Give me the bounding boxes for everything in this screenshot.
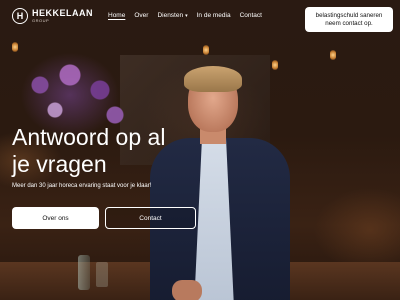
hero-subtitle: Meer dan 30 jaar horeca ervaring staat v…: [12, 183, 152, 189]
lamp: [203, 45, 209, 55]
logo-h-icon: H: [12, 8, 28, 24]
site-header: H HEKKELAAN GROUP Home Over Diensten ▾ In…: [0, 0, 400, 40]
nav-home[interactable]: Home: [108, 12, 125, 19]
nav-diensten[interactable]: Diensten ▾: [157, 12, 187, 19]
flower-bouquet: [20, 55, 130, 135]
cta-line1: belastingschuld saneren: [315, 11, 383, 19]
lamp: [12, 42, 18, 52]
lamp: [272, 60, 278, 70]
cta-line2: neem contact op.: [325, 19, 373, 27]
vase: [78, 255, 90, 290]
nav-contact[interactable]: Contact: [240, 12, 262, 19]
lamp: [330, 50, 336, 60]
brand-sub: GROUP: [32, 18, 50, 23]
contact-button[interactable]: Contact: [105, 207, 196, 229]
nav-in-de-media[interactable]: In de media: [197, 12, 231, 19]
nav-diensten-label: Diensten: [157, 12, 184, 19]
glass: [96, 262, 108, 287]
over-ons-button[interactable]: Over ons: [12, 207, 99, 229]
person-hand: [172, 280, 202, 300]
hero-person-image: [150, 66, 290, 300]
person-hair: [184, 66, 242, 92]
hero-title-line1: Antwoord op al: [12, 124, 166, 150]
cta-button[interactable]: belastingschuld saneren neem contact op.: [305, 7, 393, 32]
brand-logo[interactable]: H HEKKELAAN GROUP: [12, 8, 93, 24]
nav-over[interactable]: Over: [134, 12, 148, 19]
hero-title: Antwoord op al je vragen: [12, 124, 212, 178]
main-nav: Home Over Diensten ▾ In de media Contact: [108, 12, 271, 19]
chevron-down-icon: ▾: [185, 13, 188, 19]
hero-title-line2: je vragen: [12, 151, 107, 177]
brand-name: HEKKELAAN: [32, 8, 94, 18]
logo-text: HEKKELAAN GROUP: [32, 9, 93, 23]
